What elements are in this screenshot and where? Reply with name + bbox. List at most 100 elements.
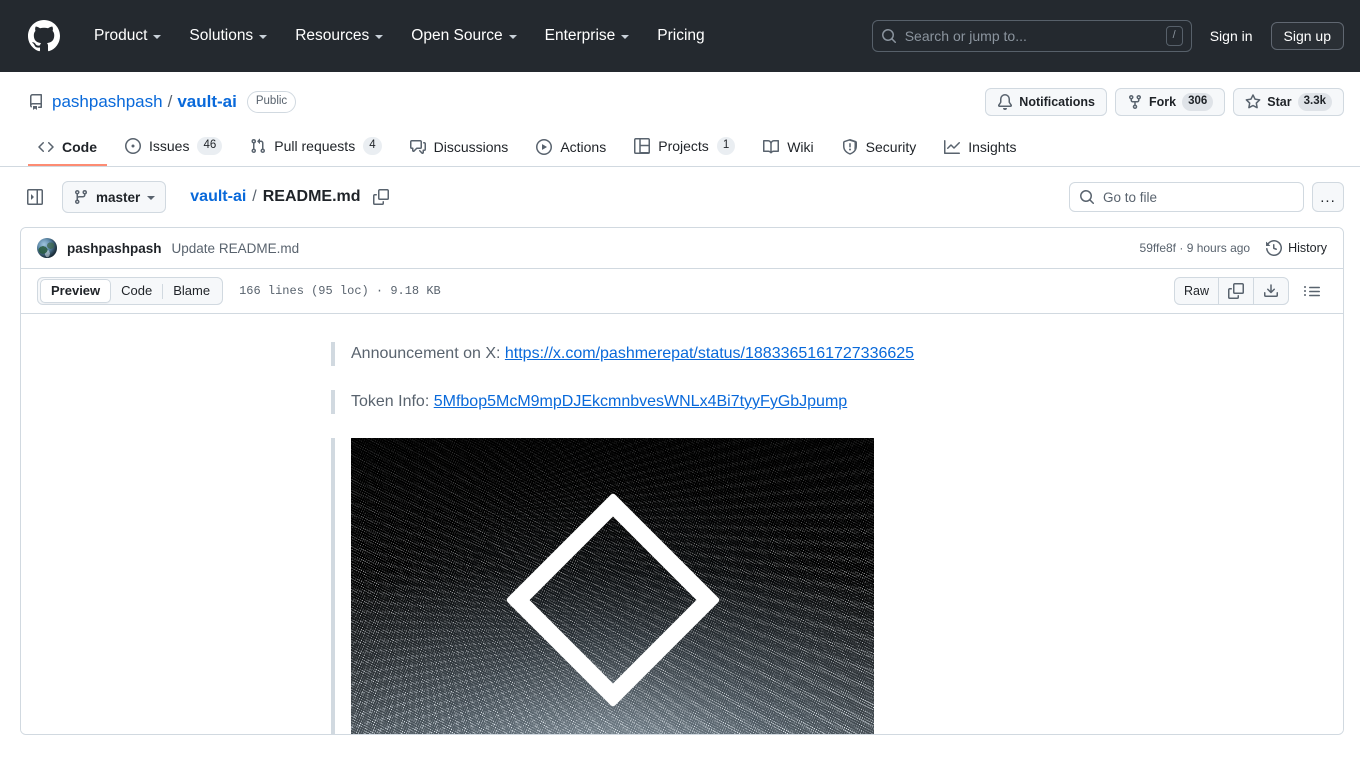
raw-button[interactable]: Raw <box>1175 278 1219 304</box>
tab-code[interactable]: Code <box>28 132 107 166</box>
tab-wiki[interactable]: Wiki <box>753 132 823 166</box>
file-toolbar-actions: Raw <box>1173 277 1327 305</box>
fork-button[interactable]: Fork 306 <box>1115 88 1226 116</box>
token-info-prefix: Token Info: <box>351 393 434 410</box>
view-tab-blame[interactable]: Blame <box>163 280 220 302</box>
avatar <box>37 238 57 258</box>
branch-name: master <box>96 189 141 205</box>
issues-count: 46 <box>197 137 223 155</box>
copy-raw-icon[interactable] <box>1219 278 1254 304</box>
tab-security[interactable]: Security <box>832 132 927 166</box>
nav-item-resources[interactable]: Resources <box>281 19 397 53</box>
nav-item-product[interactable]: Product <box>80 19 175 53</box>
commit-author-link[interactable]: pashpashpash <box>67 241 162 256</box>
readme-preview-body: Announcement on X: https://x.com/pashmer… <box>21 314 1343 734</box>
blockquote-token-info: Token Info: 5Mfbop5McM9mpDJEkcmnbvesWNLx… <box>331 390 1188 414</box>
breadcrumb-repo-link[interactable]: vault-ai <box>190 188 246 206</box>
file-card: pashpashpash Update README.md 59ffe8f · … <box>20 227 1344 735</box>
repo-name-link[interactable]: vault-ai <box>177 92 237 112</box>
nav-item-solutions[interactable]: Solutions <box>175 19 281 53</box>
nav-label: Product <box>94 26 148 44</box>
file-navigation-bar: master vault-ai / README.md Go to file .… <box>0 167 1360 227</box>
search-shortcut-badge: / <box>1165 25 1183 46</box>
outline-list-icon[interactable] <box>1297 277 1327 305</box>
sign-in-link[interactable]: Sign in <box>1206 28 1257 44</box>
tab-label: Discussions <box>433 139 509 155</box>
commit-relative-time: 9 hours ago <box>1186 241 1251 255</box>
commit-meta-separator: · <box>1179 241 1184 255</box>
star-button[interactable]: Star 3.3k <box>1233 88 1344 116</box>
file-meta-text: 166 lines (95 loc) · 9.18 KB <box>239 284 441 298</box>
blockquote-announcement: Announcement on X: https://x.com/pashmer… <box>331 342 1188 366</box>
commit-message-link[interactable]: Update README.md <box>172 241 300 256</box>
tab-label: Pull requests <box>274 138 356 154</box>
global-header: Product Solutions Resources Open Source … <box>0 0 1360 72</box>
vault-ai-banner-image <box>351 438 874 734</box>
nav-label: Enterprise <box>544 26 616 44</box>
star-icon <box>1245 94 1261 110</box>
repo-actions: Notifications Fork 306 Star 3.3k <box>985 88 1344 116</box>
history-icon <box>1266 240 1283 256</box>
nav-label: Solutions <box>189 26 254 44</box>
fork-label: Fork <box>1149 95 1177 109</box>
token-info-link[interactable]: 5Mfbop5McM9mpDJEkcmnbvesWNLx4Bi7tyyFyGbJ… <box>434 393 847 410</box>
github-logo-icon[interactable] <box>28 19 60 52</box>
sidebar-expand-icon[interactable] <box>20 182 50 212</box>
shield-icon <box>842 139 858 155</box>
breadcrumb-file-name: README.md <box>262 188 361 205</box>
tab-label: Issues <box>149 138 190 154</box>
more-options-button[interactable]: ... <box>1312 182 1344 212</box>
download-icon[interactable] <box>1254 278 1288 304</box>
tab-label: Security <box>865 139 917 155</box>
nav-item-open-source[interactable]: Open Source <box>397 19 530 53</box>
chevron-down-icon <box>508 34 517 39</box>
tab-actions[interactable]: Actions <box>526 132 616 166</box>
search-placeholder: Search or jump to... <box>904 27 1027 44</box>
nav-label: Resources <box>295 26 370 44</box>
star-label: Star <box>1267 95 1292 109</box>
commit-meta-group: 59ffe8f · 9 hours ago History <box>1140 240 1327 256</box>
copy-path-icon[interactable] <box>372 189 389 205</box>
history-link[interactable]: History <box>1266 240 1327 256</box>
tab-issues[interactable]: Issues 46 <box>115 130 232 166</box>
graph-icon <box>944 139 961 155</box>
readme-content: Announcement on X: https://x.com/pashmer… <box>176 342 1188 734</box>
chevron-down-icon <box>375 34 384 39</box>
chevron-down-icon <box>153 34 162 39</box>
announcement-link[interactable]: https://x.com/pashmerepat/status/1883365… <box>505 345 914 362</box>
chevron-down-icon <box>147 196 156 200</box>
star-count: 3.3k <box>1297 93 1332 111</box>
view-tab-preview[interactable]: Preview <box>40 279 112 303</box>
repo-owner-link[interactable]: pashpashpash <box>52 92 163 112</box>
go-to-file-input[interactable]: Go to file <box>1069 182 1304 212</box>
notifications-button[interactable]: Notifications <box>985 88 1107 116</box>
latest-commit-row: pashpashpash Update README.md 59ffe8f · … <box>21 228 1343 269</box>
breadcrumb-separator: / <box>252 188 257 205</box>
code-icon <box>38 139 54 155</box>
sign-up-button[interactable]: Sign up <box>1270 21 1344 50</box>
fork-count: 306 <box>1182 93 1214 111</box>
tab-projects[interactable]: Projects 1 <box>624 130 745 166</box>
tab-label: Insights <box>968 139 1017 155</box>
file-view-switcher: Preview Code Blame <box>37 277 224 305</box>
search-icon <box>1079 189 1095 205</box>
tab-label: Projects <box>658 138 709 154</box>
nav-item-enterprise[interactable]: Enterprise <box>531 19 644 53</box>
tab-pull-requests[interactable]: Pull requests 4 <box>240 130 391 166</box>
tab-discussions[interactable]: Discussions <box>400 132 519 166</box>
chevron-down-icon <box>621 34 630 39</box>
branch-selector-button[interactable]: master <box>62 181 167 213</box>
breadcrumb: vault-ai / README.md <box>190 188 389 206</box>
tab-insights[interactable]: Insights <box>934 132 1026 166</box>
repository-header: pashpashpash / vault-ai Public Notificat… <box>0 72 1360 167</box>
comment-discussion-icon <box>409 139 426 155</box>
repo-separator: / <box>167 92 173 111</box>
issue-opened-icon <box>125 138 141 154</box>
visibility-badge: Public <box>246 91 297 113</box>
nav-label: Open Source <box>411 26 503 44</box>
nav-item-pricing[interactable]: Pricing <box>643 19 718 53</box>
view-tab-code[interactable]: Code <box>111 280 162 302</box>
tab-label: Wiki <box>787 139 814 155</box>
commit-sha[interactable]: 59ffe8f <box>1140 241 1176 255</box>
search-input[interactable]: Search or jump to... / <box>871 19 1192 52</box>
